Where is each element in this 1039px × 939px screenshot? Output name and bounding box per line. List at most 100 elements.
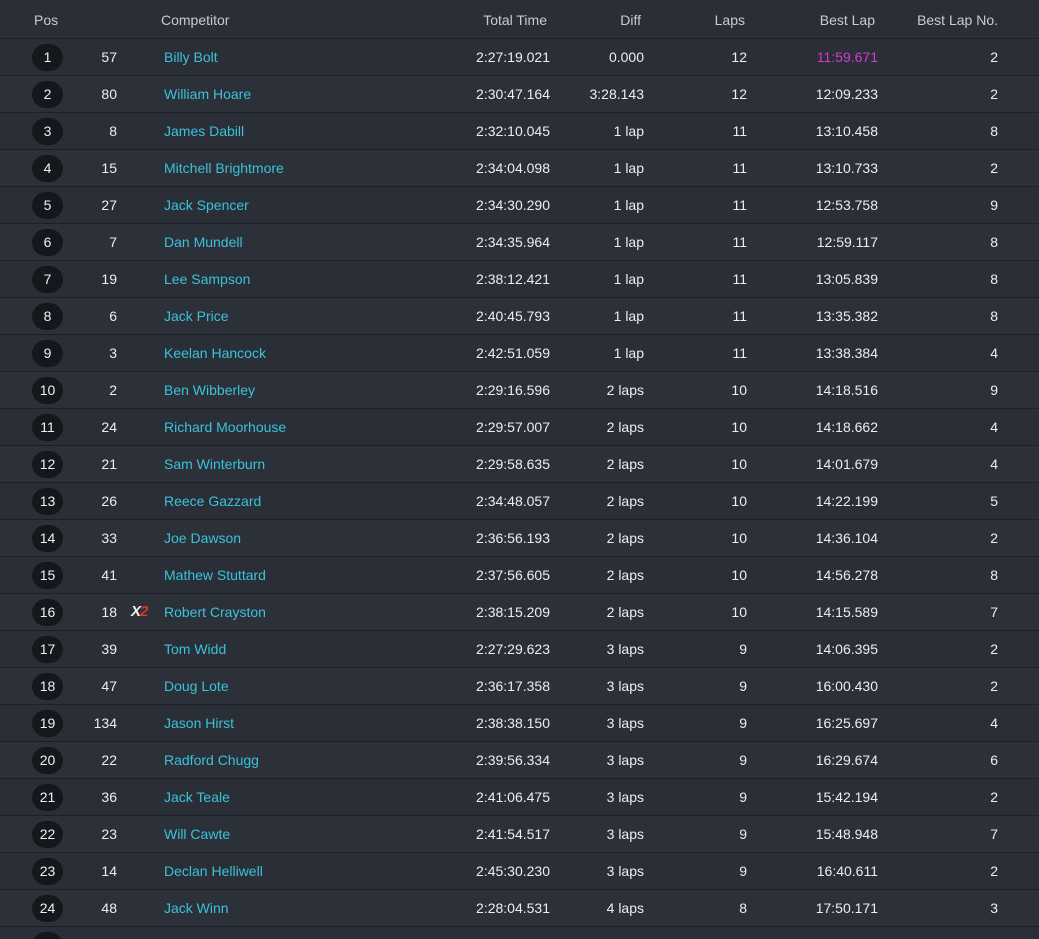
competitor-link[interactable]: Jack Price (164, 298, 229, 334)
table-row: 18 47 Doug Lote 2:36:17.358 3 laps 9 16:00.430… (0, 668, 1039, 705)
best-lap-no: 5 (990, 493, 998, 509)
position-badge: 7 (32, 266, 63, 293)
competitor-link[interactable]: Declan Helliwell (164, 853, 263, 889)
race-number: 41 (101, 567, 117, 583)
laps: 10 (731, 493, 747, 509)
diff: 1 lap (613, 345, 644, 361)
competitor-link[interactable]: Connor Atkinson (164, 927, 267, 939)
laps: 11 (732, 160, 747, 176)
competitor-link[interactable]: Dan Mundell (164, 224, 243, 260)
competitor-link[interactable]: Jack Winn (164, 890, 229, 926)
race-number: 26 (101, 493, 117, 509)
diff: 1 lap (613, 123, 644, 139)
total-time: 2:41:06.475 (476, 789, 550, 805)
total-time: 2:38:12.421 (476, 271, 550, 287)
laps: 9 (739, 826, 747, 842)
table-row: 17 39 Tom Widd 2:27:29.623 3 laps 9 14:06.395 2 (0, 631, 1039, 668)
laps: 11 (732, 271, 747, 287)
best-lap-no: 6 (990, 752, 998, 768)
best-lap: 13:05.839 (815, 271, 878, 287)
race-number: 23 (101, 826, 117, 842)
position-badge: 11 (32, 414, 63, 441)
race-number: 7 (109, 234, 117, 250)
table-row: 15 41 Mathew Stuttard 2:37:56.605 2 laps 10 14… (0, 557, 1039, 594)
competitor-link[interactable]: Keelan Hancock (164, 335, 266, 371)
race-number: 6 (109, 308, 117, 324)
laps: 9 (739, 863, 747, 879)
position-badge: 19 (32, 710, 63, 737)
competitor-link[interactable]: Radford Chugg (164, 742, 259, 778)
competitor-link[interactable]: Mathew Stuttard (164, 557, 266, 593)
best-lap: 16:18.520 (816, 927, 878, 939)
table-row: 11 24 Richard Moorhouse 2:29:57.007 2 laps 10… (0, 409, 1039, 446)
laps: 9 (739, 752, 747, 768)
best-lap: 16:40.611 (816, 863, 878, 879)
diff: 0.000 (608, 49, 644, 65)
competitor-link[interactable]: Tom Widd (164, 631, 226, 667)
race-number: 47 (101, 678, 117, 694)
competitor-link[interactable]: Mitchell Brightmore (164, 150, 284, 186)
best-lap: 12:09.233 (815, 86, 878, 102)
competitor-link[interactable]: William Hoare (164, 76, 251, 112)
best-lap-no: 9 (990, 197, 998, 213)
diff: 3 laps (606, 752, 644, 768)
table-row: 22 23 Will Cawte 2:41:54.517 3 laps 9 15:48.94… (0, 816, 1039, 853)
position-badge: 20 (32, 747, 63, 774)
best-lap-no: 8 (990, 234, 998, 250)
best-lap-no: 7 (990, 604, 998, 620)
competitor-link[interactable]: Jack Teale (164, 779, 230, 815)
total-time: 2:32:10.045 (476, 123, 550, 139)
competitor-link[interactable]: Reece Gazzard (164, 483, 261, 519)
race-number: 39 (101, 641, 117, 657)
position-badge: 9 (32, 340, 63, 367)
total-time: 2:36:17.358 (476, 678, 550, 694)
table-row: 19 134 Jason Hirst 2:38:38.150 3 laps 9 16:25.… (0, 705, 1039, 742)
competitor-link[interactable]: Jack Spencer (164, 187, 249, 223)
table-row: 10 2 Ben Wibberley 2:29:16.596 2 laps 10 14:18… (0, 372, 1039, 409)
laps: 10 (731, 382, 747, 398)
position-badge: 2 (32, 81, 63, 108)
best-lap-no: 2 (990, 49, 998, 65)
total-time: 2:42:51.059 (476, 345, 550, 361)
competitor-link[interactable]: Ben Wibberley (164, 372, 255, 408)
laps: 11 (732, 197, 747, 213)
position-badge: 8 (32, 303, 63, 330)
table-row: 4 15 Mitchell Brightmore 2:34:04.098 1 lap 11… (0, 150, 1039, 187)
competitor-link[interactable]: James Dabill (164, 113, 244, 149)
total-time: 2:28:04.531 (476, 900, 550, 916)
diff: 3 laps (606, 715, 644, 731)
total-time: 2:41:54.517 (476, 826, 550, 842)
competitor-link[interactable]: Lee Sampson (164, 261, 250, 297)
diff: 3 laps (606, 863, 644, 879)
table-row: 5 27 Jack Spencer 2:34:30.290 1 lap 11 12:53.7… (0, 187, 1039, 224)
position-badge: 12 (32, 451, 63, 478)
table-row: 6 7 Dan Mundell 2:34:35.964 1 lap 11 12:59.117… (0, 224, 1039, 261)
laps: 12 (731, 86, 747, 102)
laps: 10 (731, 456, 747, 472)
race-number: 33 (101, 530, 117, 546)
total-time: 2:27:29.623 (476, 641, 550, 657)
best-lap-no: 4 (990, 419, 998, 435)
competitor-link[interactable]: Doug Lote (164, 668, 229, 704)
position-badge: 23 (32, 858, 63, 885)
competitor-link[interactable]: Jason Hirst (164, 705, 234, 741)
competitor-link[interactable]: Robert Crayston (164, 594, 266, 630)
competitor-link[interactable]: Sam Winterburn (164, 446, 265, 482)
diff: 3 laps (606, 678, 644, 694)
race-number: 18 (101, 604, 117, 620)
diff: 4 laps (607, 927, 644, 939)
competitor-link[interactable]: Billy Bolt (164, 39, 218, 75)
x2-badge-icon: X2 (131, 594, 148, 630)
competitor-link[interactable]: Joe Dawson (164, 520, 241, 556)
diff: 4 laps (606, 900, 644, 916)
best-lap-no: 8 (990, 123, 998, 139)
best-lap: 16:25.697 (815, 715, 878, 731)
header-best-lap: Best Lap (819, 12, 875, 28)
competitor-link[interactable]: Will Cawte (164, 816, 230, 852)
diff: 2 laps (606, 604, 644, 620)
laps: 8 (739, 900, 747, 916)
table-row: 20 22 Radford Chugg 2:39:56.334 3 laps 9 16:29… (0, 742, 1039, 779)
competitor-link[interactable]: Richard Moorhouse (164, 409, 286, 445)
best-lap: 14:22.199 (815, 493, 878, 509)
diff: 1 lap (613, 197, 644, 213)
